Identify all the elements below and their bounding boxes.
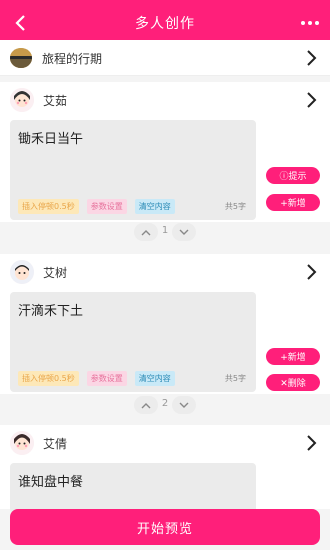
editor-text: 汗滴禾下土 [18,304,84,319]
back-button[interactable] [8,8,32,38]
app-header: 多人创作 [0,6,330,40]
avatar [10,260,34,284]
author-name: 艾树 [43,266,68,280]
collapse-up-button[interactable] [134,396,158,414]
pager: 2 [0,395,330,415]
text-editor[interactable]: 汗滴禾下土 插入停顿0.5秒 参数设置 清空内容 共5字 [10,292,256,392]
hint-button[interactable]: ⓘ提示 [266,167,320,184]
author-name: 艾茹 [43,94,68,108]
author-row[interactable]: 艾树 [0,254,330,290]
insert-pause-chip[interactable]: 插入停顿0.5秒 [18,371,79,386]
chevron-right-icon[interactable] [304,262,318,282]
chevron-right-icon[interactable] [304,48,318,68]
divider [0,415,330,421]
page-number: 1 [161,225,169,236]
text-editor[interactable]: 锄禾日当午 插入停顿0.5秒 参数设置 清空内容 共5字 [10,120,256,220]
text-editor[interactable]: 谁知盘中餐 [10,463,256,513]
author-card: 艾树 汗滴禾下土 插入停顿0.5秒 参数设置 清空内容 共5字 +新增 ✕删除 [0,254,330,394]
topic-label: 旅程的行期 [42,52,103,66]
topic-thumbnail [10,48,32,68]
chevron-right-icon[interactable] [304,433,318,453]
chevron-up-icon [141,229,151,235]
author-row[interactable]: 艾倩 [0,425,330,461]
chevron-right-icon[interactable] [304,90,318,110]
pager: 1 [0,222,330,242]
insert-pause-chip[interactable]: 插入停顿0.5秒 [18,199,79,214]
chevron-up-icon [141,402,151,408]
author-name: 艾倩 [43,437,68,451]
divider [0,242,330,248]
clear-chip[interactable]: 清空内容 [134,371,175,386]
clear-chip[interactable]: 清空内容 [134,199,175,214]
start-preview-button[interactable]: 开始预览 [10,509,320,545]
editor-text: 谁知盘中餐 [18,475,84,490]
avatar [10,431,34,455]
page-title: 多人创作 [135,16,195,32]
settings-chip[interactable]: 参数设置 [86,199,127,214]
author-row[interactable]: 艾茹 [0,82,330,118]
add-button[interactable]: +新增 [266,194,320,211]
chevron-left-icon [15,15,25,31]
settings-chip[interactable]: 参数设置 [86,371,127,386]
char-count: 共5字 [224,374,246,383]
author-card: 艾茹 锄禾日当午 插入停顿0.5秒 参数设置 清空内容 共5字 ⓘ提示 +新增 [0,82,330,222]
collapse-down-button[interactable] [172,396,196,414]
char-count: 共5字 [224,202,246,211]
add-button[interactable]: +新增 [266,348,320,365]
more-button[interactable] [296,8,324,38]
chevron-down-icon [179,402,189,408]
more-dots-icon [301,21,305,25]
topic-row[interactable]: 旅程的行期 [0,40,330,76]
editor-text: 锄禾日当午 [18,132,84,147]
delete-button[interactable]: ✕删除 [266,374,320,391]
author-card: 艾倩 谁知盘中餐 [0,425,330,513]
avatar [10,88,34,112]
collapse-up-button[interactable] [134,223,158,241]
collapse-down-button[interactable] [172,223,196,241]
chevron-down-icon [179,229,189,235]
page-number: 2 [161,398,169,409]
